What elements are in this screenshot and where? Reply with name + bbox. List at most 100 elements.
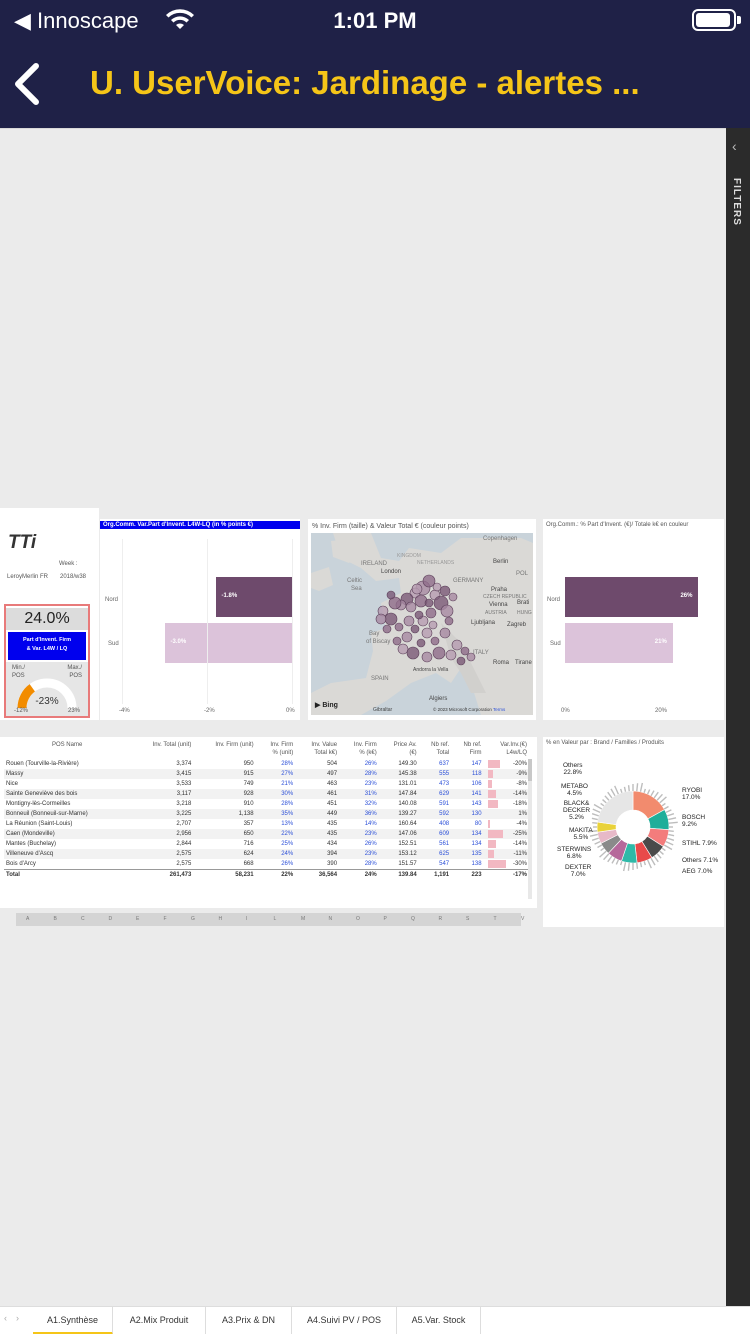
chevron-left-icon[interactable]: ‹ (732, 138, 737, 154)
map-bubble[interactable] (425, 607, 437, 619)
gauge-max: 23% (67, 708, 80, 714)
bar-nord[interactable]: -1.8% (215, 577, 292, 617)
map-bubble[interactable] (440, 604, 454, 618)
table-scrollbar[interactable] (527, 755, 533, 905)
map-bubble[interactable] (451, 639, 463, 651)
map-bubble[interactable] (439, 585, 451, 597)
tab-a3-prix-dn[interactable]: A3.Prix & DN (206, 1307, 292, 1334)
table-row[interactable]: Montigny-lès-Cormeilles 3,218 910 28% 451 32%… (4, 799, 529, 809)
terms-link[interactable]: Terms (493, 707, 505, 712)
category-label-sud: Sud (550, 641, 561, 647)
column-header[interactable]: Inv. Value Total k€) (295, 739, 339, 759)
donut-outer-tick (592, 808, 601, 813)
filters-label[interactable]: FILTERS (731, 178, 742, 226)
map-bubble[interactable] (382, 624, 392, 634)
table-row[interactable]: Nice 3,533 749 21% 463 23% 131.01 473 106 -8% (4, 779, 529, 789)
bar-sud[interactable]: -3.0% (164, 623, 292, 663)
column-letter: F (163, 916, 167, 922)
table-cell: 141 (451, 789, 484, 799)
column-header[interactable]: Nb ref. Total (419, 739, 451, 759)
map-bubble[interactable] (405, 601, 417, 613)
map-bubble[interactable] (428, 620, 438, 630)
column-header[interactable]: Inv. Firm (unit) (193, 739, 255, 759)
table-cell: Mantes (Buchelay) (6, 841, 57, 847)
gauge: Min./ POS Max./ POS -23% -12% 23% (6, 662, 88, 716)
map-bubble[interactable] (403, 615, 415, 627)
map-bubble[interactable] (424, 598, 434, 608)
map-bubble[interactable] (386, 590, 396, 600)
map-bubble[interactable] (414, 610, 424, 620)
x-tick: -4% (119, 708, 130, 714)
map-bubble[interactable] (445, 649, 457, 661)
table-row[interactable]: Rouen (Tourville-la-Rivière) 3,374 950 28% 5… (4, 759, 529, 769)
pos-table[interactable]: POS Name Inv. Total (unit) Inv. Firm (unit… (4, 739, 529, 880)
map-bubble[interactable] (416, 638, 426, 648)
map-bubble[interactable] (401, 631, 413, 643)
map-bubble[interactable] (456, 656, 466, 666)
map-bubble[interactable] (432, 582, 442, 592)
map-bubble[interactable] (421, 651, 433, 663)
gauge-min: -12% (14, 708, 29, 714)
map-bubble[interactable] (432, 646, 446, 660)
brand-donut[interactable] (583, 777, 683, 877)
table-total-row[interactable]: Total 261,473 58,231 22% 36,564 24% 139.84 1,19… (4, 869, 529, 880)
donut-label-sterwins: STERWINS 6.8% (557, 846, 591, 860)
tab-a4-suivi-pv-pos[interactable]: A4.Suivi PV / POS (292, 1307, 397, 1334)
column-letter: G (191, 916, 195, 922)
column-header[interactable]: Inv. Total (unit) (130, 739, 193, 759)
map-label-celtic: Celtic (347, 578, 363, 584)
column-header[interactable]: Inv. Firm % (k€) (339, 739, 379, 759)
kpi-card[interactable]: 24.0% Part d'Invent. Firm & Var. L4W / L… (4, 604, 90, 718)
donut-slice-others[interactable] (597, 790, 634, 825)
map-bubble[interactable] (397, 643, 409, 655)
map-bubble[interactable] (421, 627, 433, 639)
label-name: BLACK& (563, 800, 590, 807)
map-bubble[interactable] (406, 646, 420, 660)
table-row[interactable]: Mantes (Buchelay) 2,844 716 25% 434 26% 152.51… (4, 839, 529, 849)
map-bubble[interactable] (394, 622, 404, 632)
map-bubble[interactable] (444, 616, 454, 626)
table-row[interactable]: La Réunion (Saint-Louis) 2,707 357 13% 435 14… (4, 819, 529, 829)
pos-table-panel[interactable]: POS Name Inv. Total (unit) Inv. Firm (unit… (0, 737, 537, 908)
table-cell: 2,575 (176, 861, 192, 867)
tab-scroll-right-icon[interactable]: › (16, 1313, 19, 1323)
map-bubble[interactable] (375, 613, 387, 625)
table-row[interactable]: Caen (Mondeville) 2,956 650 22% 435 23% 147.06… (4, 829, 529, 839)
map-bubble[interactable] (392, 636, 402, 646)
table-row[interactable]: Sainte Geneviève des bois 3,117 928 30% 461 3… (4, 789, 529, 799)
map-bubble[interactable] (410, 624, 420, 634)
back-chevron-icon[interactable] (10, 62, 46, 106)
map-bubble[interactable] (384, 612, 398, 626)
filters-pane[interactable]: ‹ FILTERS (726, 128, 750, 1306)
var-bar-chart[interactable]: Org.Comm. Var.Part d'Invent. L4W-LQ (in … (100, 519, 300, 720)
map-bubble[interactable] (460, 646, 470, 656)
column-header[interactable]: POS Name (4, 739, 130, 759)
share-bar-chart[interactable]: Org.Comm.: % Part d'Invent. (€)/ Totale … (543, 519, 724, 720)
map-bubble[interactable] (448, 592, 458, 602)
tab-scroll-left-icon[interactable]: ‹ (4, 1313, 7, 1323)
column-header[interactable]: Inv. Firm % (unit) (256, 739, 296, 759)
table-cell: Massy (4, 769, 131, 779)
map-bubble[interactable] (411, 583, 423, 595)
map-bubble[interactable] (439, 627, 451, 639)
tab-a5-var-stock[interactable]: A5.Var. Stock (397, 1307, 481, 1334)
brand-donut-panel[interactable]: % en Valeur par : Brand / Familles / Pro… (543, 737, 724, 927)
table-cell: 24% (255, 849, 296, 859)
column-header[interactable]: Price Av. (€) (379, 739, 419, 759)
variance-bar (487, 840, 496, 848)
table-row[interactable]: Bonneuil (Bonneuil-sur-Marne) 3,225 1,138 3… (4, 809, 529, 819)
table-cell: 36% (339, 809, 379, 819)
europe-map[interactable]: Copenhagen IRELAND KINGDOM London NETHER… (311, 533, 533, 715)
table-row[interactable]: Massy 3,415 915 27% 497 28% 145.38 555 118 -9% (4, 769, 529, 779)
tab-a1-synthese[interactable]: A1.Synthèse (33, 1307, 113, 1334)
bar-nord[interactable]: 26% (565, 577, 699, 617)
column-header[interactable]: Var.Inv.(€) L4w/LQ (484, 739, 529, 759)
tab-a2-mix-produit[interactable]: A2.Mix Produit (113, 1307, 206, 1334)
label-value: 7.0% (570, 871, 586, 878)
bar-sud[interactable]: 21% (565, 623, 673, 663)
table-row[interactable]: Villeneuve d'Ascq 2,575 624 24% 394 23% 153.12… (4, 849, 529, 859)
table-cell: 3,218 (176, 801, 192, 807)
column-header[interactable]: Nb ref. Firm (451, 739, 483, 759)
table-row[interactable]: Bois d'Arcy 2,575 668 26% 390 28% 151.57 547 138… (4, 859, 529, 870)
map-bubble[interactable] (430, 636, 440, 646)
